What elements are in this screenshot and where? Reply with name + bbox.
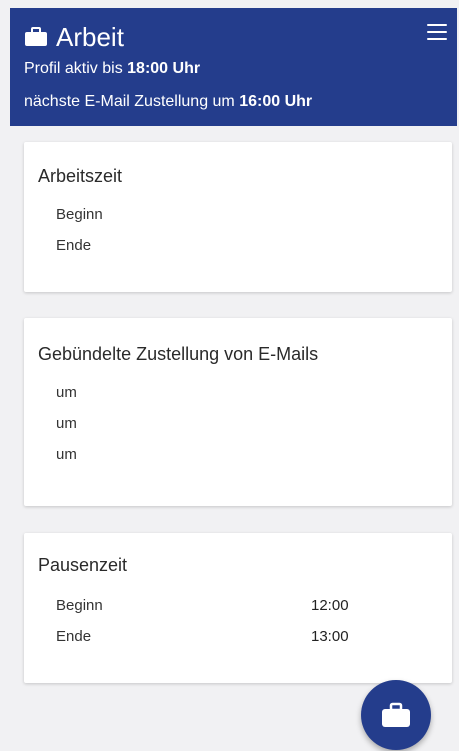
profile-prefix: Profil aktiv bis bbox=[24, 60, 128, 77]
row-label: um bbox=[56, 415, 77, 432]
fab-profile-button[interactable] bbox=[361, 680, 431, 750]
profile-time: 18:00 Uhr bbox=[127, 60, 201, 77]
row-label: Beginn bbox=[56, 206, 103, 223]
hamburger-menu-icon[interactable] bbox=[427, 24, 447, 40]
arbeitszeit-card[interactable]: Arbeitszeit Beginn Ende bbox=[24, 142, 452, 292]
page-title: Arbeit bbox=[56, 22, 124, 52]
row-label: um bbox=[56, 384, 77, 401]
row-value: 13:00 bbox=[311, 628, 349, 645]
zustellung-row-1[interactable]: um bbox=[56, 384, 436, 401]
app-header: Arbeit Profil aktiv bis 18:00 Uhr nächst… bbox=[10, 8, 457, 126]
zustellung-row-2[interactable]: um bbox=[56, 415, 436, 432]
arbeitszeit-ende-row[interactable]: Ende bbox=[56, 237, 436, 254]
pausenzeit-beginn-row[interactable]: Beginn 12:00 bbox=[56, 597, 436, 614]
row-label: Beginn bbox=[56, 597, 103, 614]
title-row: Arbeit bbox=[24, 22, 124, 52]
arbeitszeit-beginn-row[interactable]: Beginn bbox=[56, 206, 436, 223]
zustellung-card[interactable]: Gebündelte Zustellung von E-Mails um um … bbox=[24, 318, 452, 506]
pausenzeit-title: Pausenzeit bbox=[38, 555, 128, 575]
next-mail-text: nächste E-Mail Zustellung um 16:00 Uhr bbox=[24, 93, 312, 111]
profile-active-text: Profil aktiv bis 18:00 Uhr bbox=[24, 60, 200, 78]
mail-prefix: nächste E-Mail Zustellung um bbox=[24, 93, 240, 110]
row-label: Ende bbox=[56, 628, 92, 645]
briefcase-icon bbox=[382, 702, 410, 727]
row-label: um bbox=[56, 446, 77, 463]
arbeitszeit-title: Arbeitszeit bbox=[38, 166, 123, 186]
zustellung-title: Gebündelte Zustellung von E-Mails bbox=[38, 344, 319, 364]
mail-time: 16:00 Uhr bbox=[239, 93, 313, 110]
briefcase-icon bbox=[25, 27, 47, 46]
zustellung-row-3[interactable]: um bbox=[56, 446, 436, 463]
row-value: 12:00 bbox=[311, 597, 349, 614]
pausenzeit-ende-row[interactable]: Ende 13:00 bbox=[56, 628, 436, 645]
pausenzeit-card[interactable]: Pausenzeit Beginn 12:00 Ende 13:00 bbox=[24, 533, 452, 683]
row-label: Ende bbox=[56, 237, 92, 254]
